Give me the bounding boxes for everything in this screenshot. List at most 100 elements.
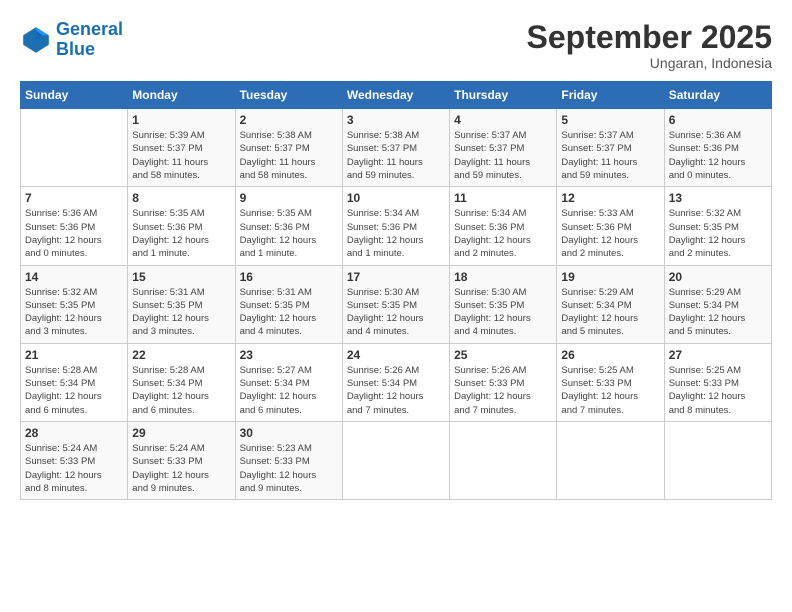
day-info: Sunrise: 5:30 AM Sunset: 5:35 PM Dayligh… bbox=[347, 286, 445, 339]
day-number: 29 bbox=[132, 426, 230, 440]
day-info: Sunrise: 5:38 AM Sunset: 5:37 PM Dayligh… bbox=[347, 129, 445, 182]
header-friday: Friday bbox=[557, 82, 664, 109]
day-number: 20 bbox=[669, 270, 767, 284]
day-info: Sunrise: 5:34 AM Sunset: 5:36 PM Dayligh… bbox=[347, 207, 445, 260]
calendar-cell: 20 Sunrise: 5:29 AM Sunset: 5:34 PM Dayli… bbox=[664, 265, 771, 343]
calendar-cell: 6Sunrise: 5:36 AM Sunset: 5:36 PM Daylig… bbox=[664, 109, 771, 187]
calendar-cell: 3 Sunrise: 5:38 AM Sunset: 5:37 PM Daylig… bbox=[342, 109, 449, 187]
header-monday: Monday bbox=[128, 82, 235, 109]
calendar-cell: 17 Sunrise: 5:30 AM Sunset: 5:35 PM Dayli… bbox=[342, 265, 449, 343]
day-info: Sunrise: 5:25 AM Sunset: 5:33 PM Dayligh… bbox=[561, 364, 659, 417]
day-info: Sunrise: 5:36 AM Sunset: 5:36 PM Dayligh… bbox=[25, 207, 123, 260]
day-number: 9 bbox=[240, 191, 338, 205]
day-info: Sunrise: 5:31 AM Sunset: 5:35 PM Dayligh… bbox=[132, 286, 230, 339]
day-number: 17 bbox=[347, 270, 445, 284]
header-saturday: Saturday bbox=[664, 82, 771, 109]
day-info: Sunrise: 5:25 AM Sunset: 5:33 PM Dayligh… bbox=[669, 364, 767, 417]
calendar-cell bbox=[450, 421, 557, 499]
day-info: Sunrise: 5:29 AM Sunset: 5:34 PM Dayligh… bbox=[669, 286, 767, 339]
day-info: Sunrise: 5:37 AM Sunset: 5:37 PM Dayligh… bbox=[454, 129, 552, 182]
page-header: General Blue September 2025 Ungaran, Ind… bbox=[20, 20, 772, 71]
calendar-header-row: SundayMondayTuesdayWednesdayThursdayFrid… bbox=[21, 82, 772, 109]
day-info: Sunrise: 5:32 AM Sunset: 5:35 PM Dayligh… bbox=[669, 207, 767, 260]
calendar-cell: 27Sunrise: 5:25 AM Sunset: 5:33 PM Dayli… bbox=[664, 343, 771, 421]
day-number: 8 bbox=[132, 191, 230, 205]
day-info: Sunrise: 5:39 AM Sunset: 5:37 PM Dayligh… bbox=[132, 129, 230, 182]
calendar-table: SundayMondayTuesdayWednesdayThursdayFrid… bbox=[20, 81, 772, 500]
day-info: Sunrise: 5:24 AM Sunset: 5:33 PM Dayligh… bbox=[25, 442, 123, 495]
day-number: 2 bbox=[240, 113, 338, 127]
calendar-cell: 10 Sunrise: 5:34 AM Sunset: 5:36 PM Dayli… bbox=[342, 187, 449, 265]
calendar-cell: 24 Sunrise: 5:26 AM Sunset: 5:34 PM Dayli… bbox=[342, 343, 449, 421]
day-number: 26 bbox=[561, 348, 659, 362]
day-number: 28 bbox=[25, 426, 123, 440]
calendar-cell: 14 Sunrise: 5:32 AM Sunset: 5:35 PM Dayli… bbox=[21, 265, 128, 343]
logo-icon bbox=[20, 24, 52, 56]
header-wednesday: Wednesday bbox=[342, 82, 449, 109]
calendar-cell: 30 Sunrise: 5:23 AM Sunset: 5:33 PM Dayli… bbox=[235, 421, 342, 499]
day-info: Sunrise: 5:31 AM Sunset: 5:35 PM Dayligh… bbox=[240, 286, 338, 339]
calendar-week-row: 28 Sunrise: 5:24 AM Sunset: 5:33 PM Dayli… bbox=[21, 421, 772, 499]
day-number: 21 bbox=[25, 348, 123, 362]
calendar-cell: 12Sunrise: 5:33 AM Sunset: 5:36 PM Dayli… bbox=[557, 187, 664, 265]
calendar-week-row: 7 Sunrise: 5:36 AM Sunset: 5:36 PM Daylig… bbox=[21, 187, 772, 265]
calendar-cell: 16Sunrise: 5:31 AM Sunset: 5:35 PM Dayli… bbox=[235, 265, 342, 343]
calendar-week-row: 21 Sunrise: 5:28 AM Sunset: 5:34 PM Dayli… bbox=[21, 343, 772, 421]
day-info: Sunrise: 5:23 AM Sunset: 5:33 PM Dayligh… bbox=[240, 442, 338, 495]
day-info: Sunrise: 5:37 AM Sunset: 5:37 PM Dayligh… bbox=[561, 129, 659, 182]
month-title: September 2025 bbox=[527, 20, 772, 55]
calendar-cell bbox=[557, 421, 664, 499]
day-number: 23 bbox=[240, 348, 338, 362]
day-info: Sunrise: 5:27 AM Sunset: 5:34 PM Dayligh… bbox=[240, 364, 338, 417]
day-info: Sunrise: 5:36 AM Sunset: 5:36 PM Dayligh… bbox=[669, 129, 767, 182]
calendar-cell: 29 Sunrise: 5:24 AM Sunset: 5:33 PM Dayli… bbox=[128, 421, 235, 499]
day-number: 4 bbox=[454, 113, 552, 127]
calendar-cell: 7 Sunrise: 5:36 AM Sunset: 5:36 PM Daylig… bbox=[21, 187, 128, 265]
calendar-cell: 5 Sunrise: 5:37 AM Sunset: 5:37 PM Daylig… bbox=[557, 109, 664, 187]
day-info: Sunrise: 5:30 AM Sunset: 5:35 PM Dayligh… bbox=[454, 286, 552, 339]
day-info: Sunrise: 5:38 AM Sunset: 5:37 PM Dayligh… bbox=[240, 129, 338, 182]
day-number: 5 bbox=[561, 113, 659, 127]
location-subtitle: Ungaran, Indonesia bbox=[527, 55, 772, 71]
day-number: 10 bbox=[347, 191, 445, 205]
calendar-cell bbox=[664, 421, 771, 499]
header-sunday: Sunday bbox=[21, 82, 128, 109]
day-number: 7 bbox=[25, 191, 123, 205]
day-info: Sunrise: 5:34 AM Sunset: 5:36 PM Dayligh… bbox=[454, 207, 552, 260]
day-number: 15 bbox=[132, 270, 230, 284]
day-number: 3 bbox=[347, 113, 445, 127]
calendar-cell: 15 Sunrise: 5:31 AM Sunset: 5:35 PM Dayli… bbox=[128, 265, 235, 343]
calendar-cell bbox=[342, 421, 449, 499]
day-number: 22 bbox=[132, 348, 230, 362]
day-info: Sunrise: 5:32 AM Sunset: 5:35 PM Dayligh… bbox=[25, 286, 123, 339]
day-number: 1 bbox=[132, 113, 230, 127]
day-number: 14 bbox=[25, 270, 123, 284]
calendar-cell: 13 Sunrise: 5:32 AM Sunset: 5:35 PM Dayli… bbox=[664, 187, 771, 265]
calendar-cell: 11 Sunrise: 5:34 AM Sunset: 5:36 PM Dayli… bbox=[450, 187, 557, 265]
calendar-week-row: 1 Sunrise: 5:39 AM Sunset: 5:37 PM Daylig… bbox=[21, 109, 772, 187]
calendar-cell: 28 Sunrise: 5:24 AM Sunset: 5:33 PM Dayli… bbox=[21, 421, 128, 499]
day-info: Sunrise: 5:28 AM Sunset: 5:34 PM Dayligh… bbox=[25, 364, 123, 417]
calendar-cell: 2 Sunrise: 5:38 AM Sunset: 5:37 PM Daylig… bbox=[235, 109, 342, 187]
calendar-cell: 19Sunrise: 5:29 AM Sunset: 5:34 PM Dayli… bbox=[557, 265, 664, 343]
day-info: Sunrise: 5:28 AM Sunset: 5:34 PM Dayligh… bbox=[132, 364, 230, 417]
title-area: September 2025 Ungaran, Indonesia bbox=[527, 20, 772, 71]
calendar-week-row: 14 Sunrise: 5:32 AM Sunset: 5:35 PM Dayli… bbox=[21, 265, 772, 343]
day-number: 30 bbox=[240, 426, 338, 440]
calendar-cell: 23 Sunrise: 5:27 AM Sunset: 5:34 PM Dayli… bbox=[235, 343, 342, 421]
day-info: Sunrise: 5:35 AM Sunset: 5:36 PM Dayligh… bbox=[240, 207, 338, 260]
calendar-cell: 18 Sunrise: 5:30 AM Sunset: 5:35 PM Dayli… bbox=[450, 265, 557, 343]
day-number: 19 bbox=[561, 270, 659, 284]
day-number: 24 bbox=[347, 348, 445, 362]
calendar-cell: 26 Sunrise: 5:25 AM Sunset: 5:33 PM Dayli… bbox=[557, 343, 664, 421]
day-info: Sunrise: 5:26 AM Sunset: 5:34 PM Dayligh… bbox=[347, 364, 445, 417]
day-number: 11 bbox=[454, 191, 552, 205]
day-info: Sunrise: 5:35 AM Sunset: 5:36 PM Dayligh… bbox=[132, 207, 230, 260]
day-info: Sunrise: 5:24 AM Sunset: 5:33 PM Dayligh… bbox=[132, 442, 230, 495]
day-number: 25 bbox=[454, 348, 552, 362]
calendar-cell: 25Sunrise: 5:26 AM Sunset: 5:33 PM Dayli… bbox=[450, 343, 557, 421]
header-thursday: Thursday bbox=[450, 82, 557, 109]
day-number: 18 bbox=[454, 270, 552, 284]
day-number: 13 bbox=[669, 191, 767, 205]
calendar-cell: 1 Sunrise: 5:39 AM Sunset: 5:37 PM Daylig… bbox=[128, 109, 235, 187]
